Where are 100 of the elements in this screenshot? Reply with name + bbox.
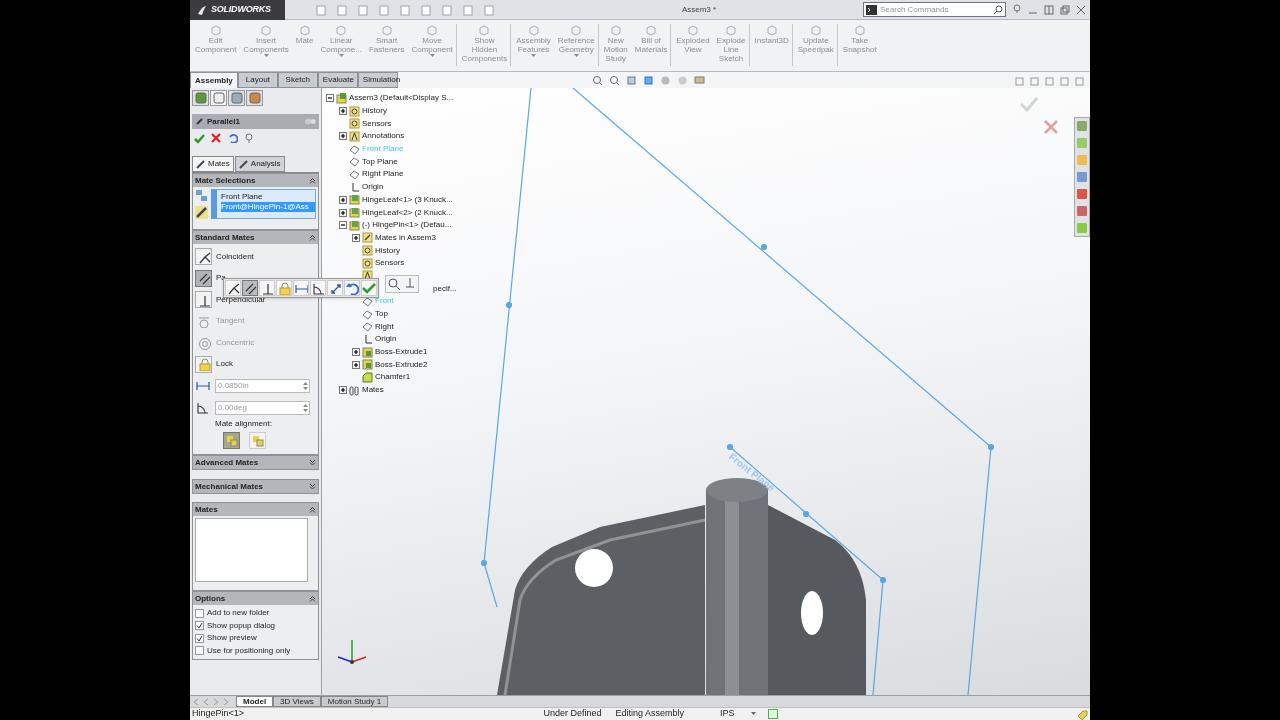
logo-text: SOLIDWORKS <box>211 2 271 16</box>
sphere-icon[interactable] <box>676 75 688 86</box>
toolbar-button[interactable] <box>310 280 326 296</box>
alignment-button[interactable] <box>249 432 266 449</box>
toolbar-button[interactable] <box>327 280 343 296</box>
tab[interactable]: Layout <box>237 72 278 88</box>
checkbox[interactable] <box>195 621 204 631</box>
tree-item[interactable]: Assem3 (Default<Display S... <box>349 92 454 105</box>
tree-item[interactable]: History <box>375 244 400 257</box>
section-header[interactable]: Mates <box>193 503 318 516</box>
checkbox[interactable] <box>195 633 204 643</box>
concentric-icon <box>196 335 211 350</box>
mate-type-button[interactable] <box>195 248 212 266</box>
plane-icon <box>349 168 360 180</box>
expand-icon[interactable] <box>339 107 347 116</box>
list-item[interactable]: Front Plane <box>221 192 315 202</box>
extrude-icon <box>362 359 373 371</box>
part-icon <box>349 207 360 219</box>
mate-type-button[interactable] <box>195 269 212 287</box>
tab[interactable]: Analysis <box>234 156 285 172</box>
plane-icon <box>362 321 373 333</box>
alignment-button[interactable] <box>223 432 240 449</box>
extrude-icon <box>362 346 373 358</box>
tab[interactable]: Sketch <box>277 72 318 88</box>
tree-item[interactable]: Mates <box>362 384 384 397</box>
caret-icon[interactable] <box>750 712 756 716</box>
magnifier-icon[interactable] <box>387 277 401 291</box>
part-icon <box>349 194 360 206</box>
expand-icon[interactable] <box>352 348 360 357</box>
mate-type-label: Lock <box>216 358 233 371</box>
expand-icon[interactable] <box>352 233 360 242</box>
toolbar-button[interactable] <box>225 280 241 296</box>
tab[interactable]: Simulation <box>357 72 398 88</box>
tree-item[interactable]: Boss-Extrude1 <box>375 346 428 359</box>
tree-item[interactable]: Origin <box>375 333 397 346</box>
tree-item[interactable]: Right <box>375 320 394 333</box>
section-header[interactable]: Standard Mates <box>193 231 318 244</box>
tree-item[interactable]: HingeLeaf<1> (3 Knuck... <box>362 193 453 206</box>
spinner-icon <box>302 402 309 414</box>
tree-item[interactable]: HingeLeaf<2> (2 Knuck... <box>362 206 453 219</box>
mate-type-label: Perpendicular <box>216 293 266 306</box>
expand-icon[interactable] <box>352 360 360 369</box>
tree-item[interactable]: Chamfer1 <box>375 371 411 384</box>
collapse-icon[interactable] <box>339 221 347 230</box>
checkmark-icon[interactable] <box>194 132 205 144</box>
tree-item[interactable]: pecif... <box>433 282 457 295</box>
padlock-icon <box>277 281 291 295</box>
tree-item[interactable]: Annotations <box>362 130 405 143</box>
logo-mark-icon <box>196 3 208 16</box>
caret-icon <box>573 54 579 58</box>
tree-item[interactable]: Sensors <box>375 257 405 270</box>
clock-icon <box>349 105 360 117</box>
tree-item[interactable]: Top <box>375 308 388 321</box>
section-header[interactable]: Options <box>193 592 318 605</box>
checkbox[interactable] <box>195 646 204 656</box>
section-header[interactable]: Advanced Mates <box>193 456 318 469</box>
tab[interactable]: Mates <box>192 156 234 172</box>
checkbox[interactable] <box>195 608 204 618</box>
status-text: IPS <box>720 707 735 720</box>
monitor-icon[interactable] <box>693 75 705 86</box>
tree-item[interactable]: (-) HingePin<1> (Defau... <box>362 219 452 232</box>
gauge-icon <box>362 257 373 269</box>
tag-icon[interactable] <box>1077 708 1088 720</box>
toolbar-button[interactable] <box>242 280 258 296</box>
tree-item[interactable]: Origin <box>362 181 384 194</box>
plane-icon <box>349 143 360 155</box>
search-box[interactable]: Search Commands <box>863 2 1006 17</box>
tree-item[interactable]: Mates in Assem3 <box>375 231 436 244</box>
search-field[interactable]: Search Commands <box>880 3 990 16</box>
expand-icon[interactable] <box>339 132 347 141</box>
pushpin-icon[interactable] <box>244 133 254 143</box>
sphere-icon[interactable] <box>659 75 671 86</box>
checkbox-label: Use for positioning only <box>207 644 291 657</box>
collapse-icon[interactable] <box>326 94 334 103</box>
axis-triad-drawing <box>337 639 367 664</box>
expand-icon[interactable] <box>339 386 347 395</box>
mates-list[interactable] <box>195 518 308 582</box>
section-header[interactable]: Mate Selections <box>193 174 318 187</box>
magnifier-icon[interactable] <box>608 75 620 86</box>
checkbox-label: Show preview <box>207 632 257 645</box>
expand-icon[interactable] <box>339 195 347 204</box>
tree-item[interactable]: History <box>362 105 387 118</box>
checkbox-label: Show popup dialog <box>207 619 276 632</box>
tree-item[interactable]: Right Plane <box>362 168 404 181</box>
tab[interactable]: Evaluate <box>317 72 358 88</box>
tree-item[interactable]: Sensors <box>362 117 392 130</box>
tree-item[interactable]: Top Plane <box>362 155 398 168</box>
tab[interactable]: Assembly <box>190 72 238 88</box>
search-icon <box>993 4 1003 15</box>
mate-type-label: Coincident <box>216 250 254 263</box>
plane-icon <box>362 308 373 320</box>
section-header[interactable]: Mechanical Mates <box>193 480 318 493</box>
selection-list[interactable]: Front Plane Front@HingePin-1@Ass <box>211 189 316 219</box>
expand-icon[interactable] <box>339 208 347 217</box>
status-text: Under Defined <box>543 707 602 720</box>
plane-icon <box>349 156 360 168</box>
mate-type-label: Tangent <box>216 315 245 328</box>
magnifier-icon[interactable] <box>591 75 603 86</box>
parallel-icon <box>243 281 257 295</box>
tree-item[interactable]: Boss-Extrude2 <box>375 358 428 371</box>
